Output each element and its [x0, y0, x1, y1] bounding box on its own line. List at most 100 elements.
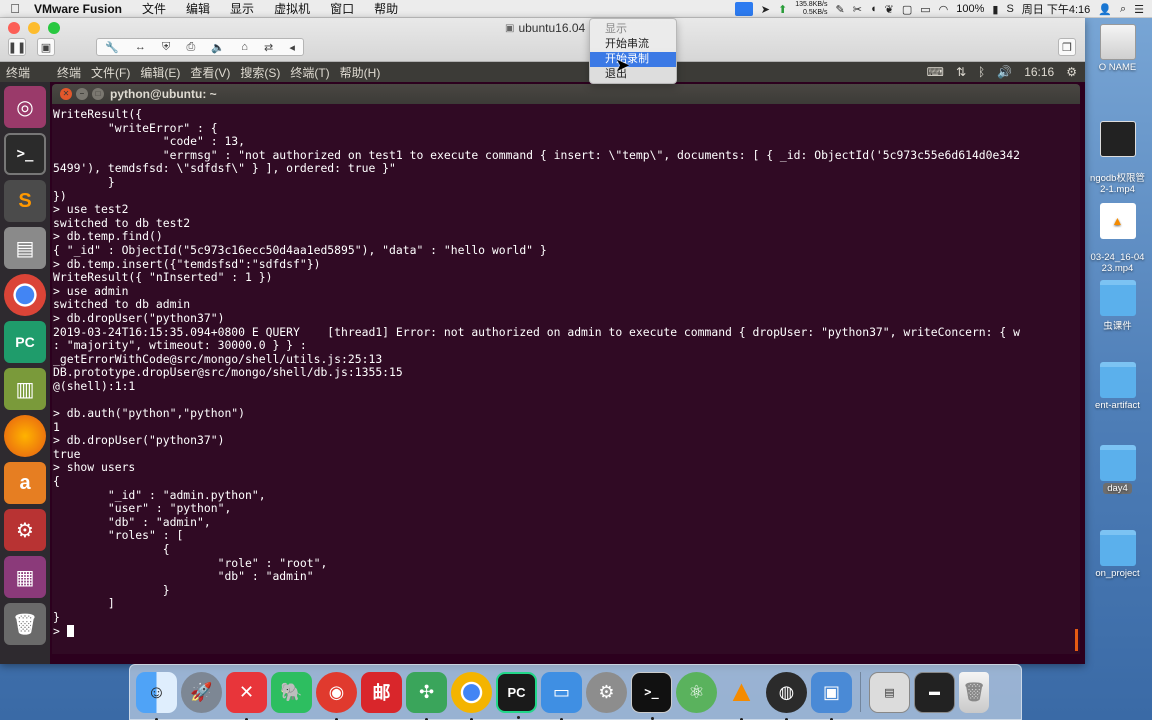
lock-icon[interactable]: ⛨ [162, 41, 170, 54]
display-icon[interactable]: ▭ [920, 3, 930, 16]
ubuntu-menu-help[interactable]: 帮助(H) [335, 64, 386, 81]
battery-percent[interactable]: 100% [956, 3, 984, 15]
evernote-icon[interactable]: ❦ [885, 3, 894, 16]
terminal-close-button[interactable]: ✕ [60, 88, 72, 100]
menu-vmware-fusion[interactable]: VMware Fusion [30, 2, 132, 16]
window-icon[interactable]: ▢ [902, 3, 912, 16]
power-gear-icon[interactable]: ⚙ [1066, 65, 1077, 79]
dock-xmind[interactable]: ✕ [226, 671, 267, 720]
launcher-trash[interactable]: 🗑 [4, 603, 46, 645]
dock-mail-app[interactable]: 邮 [361, 671, 402, 713]
dock-atom[interactable]: ⚛ [676, 671, 717, 713]
dock-system-preferences[interactable]: ⚙ [586, 671, 627, 713]
close-window-button[interactable] [8, 22, 20, 34]
volume-icon[interactable]: 🔊 [997, 65, 1012, 79]
wifi-icon[interactable]: ◠ [939, 3, 949, 16]
spotlight-search-icon[interactable]: ⌕ [1120, 3, 1126, 16]
menu-file[interactable]: 文件 [132, 0, 176, 17]
dock-netease-music[interactable]: ◉ [316, 671, 357, 720]
launcher-pycharm[interactable]: PC [4, 321, 46, 363]
notification-center-icon[interactable]: ☰ [1134, 3, 1144, 16]
launcher-ubuntu-dash[interactable]: ◎ [4, 86, 46, 128]
scissors-icon[interactable]: ✂ [853, 3, 862, 16]
menu-help[interactable]: 帮助 [364, 0, 408, 17]
menu-view[interactable]: 显示 [220, 0, 264, 17]
launcher-system-settings[interactable]: ⚙ [4, 509, 46, 551]
terminal-maximize-button[interactable]: □ [92, 88, 104, 100]
menu-vm[interactable]: 虚拟机 [264, 0, 320, 17]
launcher-ebook-reader[interactable]: ▥ [4, 368, 46, 410]
dropdown-item-quit[interactable]: 退出 [590, 67, 676, 82]
dock-evernote[interactable]: 🐘 [271, 671, 312, 713]
terminal-prompt-line[interactable]: > [53, 624, 1080, 639]
dock-launchpad[interactable]: 🚀 [181, 671, 222, 713]
dock-terminal[interactable]: >_ [631, 671, 672, 720]
ubuntu-menu-edit[interactable]: 编辑(E) [135, 64, 185, 81]
terminal-minimize-button[interactable]: – [76, 88, 88, 100]
user-icon[interactable]: 👤 [1098, 3, 1112, 16]
launcher-chrome[interactable] [4, 274, 46, 316]
ubuntu-menu-search[interactable]: 搜索(S) [235, 64, 285, 81]
dock-chrome[interactable] [451, 671, 492, 720]
desktop-icon-folder[interactable]: ent-artifact [1083, 362, 1152, 411]
back-chevron-icon[interactable]: ◂ [289, 41, 295, 54]
fullscreen-window-button[interactable] [48, 22, 60, 34]
dock-obs[interactable]: ◍ [766, 671, 807, 720]
launcher-workspace-switcher[interactable]: ▦ [4, 556, 46, 598]
dropdown-item-start-recording[interactable]: 开始录制 [590, 52, 676, 67]
terminal-output[interactable]: WriteResult({ "writeError" : { "code" : … [52, 104, 1080, 638]
menu-window[interactable]: 窗口 [320, 0, 364, 17]
unity-view-button[interactable]: ❐ [1058, 38, 1076, 56]
sound-icon[interactable]: 🔈 [211, 41, 225, 54]
keyboard-icon[interactable]: ⌨ [927, 65, 944, 79]
desktop-icon-folder[interactable]: 虫课件 [1083, 280, 1152, 332]
dock-finder[interactable]: ☺ [136, 671, 177, 720]
settings-wrench-icon[interactable]: 🔧 [105, 41, 119, 54]
ubuntu-menu-file[interactable]: 文件(F) [86, 64, 135, 81]
dock-pycharm[interactable]: PC [496, 671, 537, 719]
pause-vm-button[interactable]: ❚❚ [8, 38, 26, 56]
desktop-icon-folder-selected[interactable]: day4 [1083, 445, 1152, 494]
desktop-icon-drive[interactable]: O NAME [1083, 24, 1152, 73]
dock-screenshot-stack[interactable]: ▬ [914, 671, 955, 713]
dropdown-item-start-streaming[interactable]: 开始串流 [590, 37, 676, 52]
ubuntu-menu-view[interactable]: 查看(V) [185, 64, 235, 81]
battery-icon[interactable]: ▮ [992, 3, 998, 16]
launcher-file-manager[interactable]: ▤ [4, 227, 46, 269]
menu-edit[interactable]: 编辑 [176, 0, 220, 17]
network-arrows-icon[interactable]: ⇅ [956, 65, 966, 79]
apple-icon[interactable]:  [0, 1, 30, 16]
launcher-terminal[interactable]: >_ [4, 133, 46, 175]
notes-icon[interactable]: ✎ [836, 3, 845, 16]
snapshot-vm-button[interactable]: ▣ [37, 38, 55, 56]
arrows-icon[interactable]: ↔ [135, 41, 146, 53]
microphone-icon[interactable]: ◖ [870, 3, 877, 15]
usb-icon[interactable]: ⌂ [241, 41, 248, 53]
desktop-icon-folder[interactable]: on_project [1083, 530, 1152, 579]
send-icon[interactable]: ➤ [761, 3, 770, 16]
minimize-window-button[interactable] [28, 22, 40, 34]
vmware-status-menu-icon[interactable] [734, 2, 753, 16]
ubuntu-menu-terminal-t[interactable]: 终端(T) [285, 64, 334, 81]
network-icon[interactable]: ⇄ [264, 41, 273, 54]
dock-preview-stack[interactable]: ▤ [869, 671, 910, 713]
dock-keynote[interactable]: ▭ [541, 671, 582, 720]
network-speed[interactable]: 135.8KB/s 0.5KB/s [795, 1, 827, 17]
terminal-scrollbar[interactable] [1075, 629, 1078, 651]
launcher-firefox[interactable] [4, 415, 46, 457]
dock-vlc[interactable]: ▲ [721, 672, 762, 720]
dock-vmware-fusion[interactable]: ▣ [811, 671, 852, 720]
ubuntu-menu-terminal[interactable]: 终端 [52, 64, 86, 81]
sync-icon[interactable]: ⬆ [778, 3, 787, 16]
desktop-icon-vlc-video[interactable]: ▲ 03-24_16-04 23.mp4 [1083, 192, 1152, 285]
launcher-sublime-text[interactable]: S [4, 180, 46, 222]
input-method-icon[interactable]: S [1006, 3, 1013, 15]
launcher-amazon[interactable]: a [4, 462, 46, 504]
printer-icon[interactable]: ⎙ [186, 41, 195, 54]
dock-mindnode[interactable]: ✣ [406, 671, 447, 720]
menubar-datetime[interactable]: 周日 下午4:16 [1022, 1, 1090, 17]
terminal-window[interactable]: ✕ – □ python@ubuntu: ~ WriteResult({ "wr… [52, 84, 1080, 654]
ubuntu-clock[interactable]: 16:16 [1024, 65, 1054, 79]
bluetooth-icon[interactable]: ᛒ [978, 65, 985, 79]
dock-trash[interactable]: 🗑 [959, 671, 989, 713]
